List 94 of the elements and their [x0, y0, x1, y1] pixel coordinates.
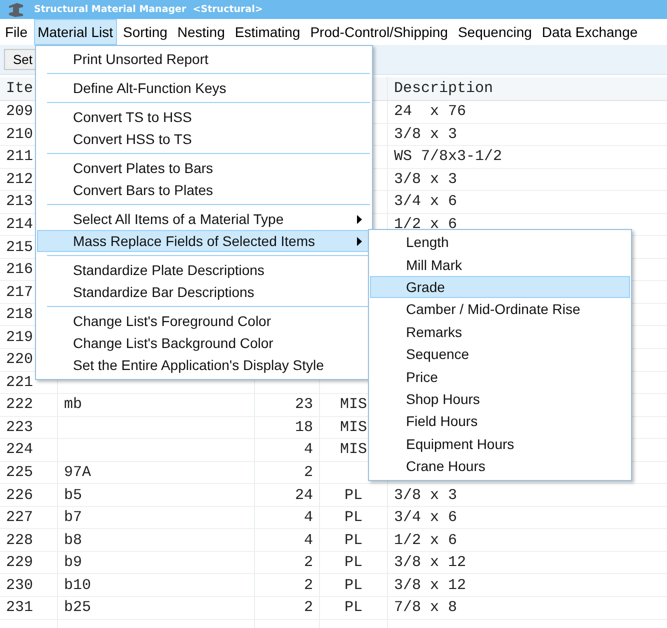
column-header[interactable]: Description	[388, 77, 667, 100]
table-cell: PL	[344, 576, 362, 594]
table-cell: b10	[64, 576, 92, 594]
menu-item[interactable]: Shop Hours	[370, 388, 630, 410]
menu-item[interactable]: Set the Entire Application's Display Style	[37, 354, 371, 376]
table-cell: 210	[6, 126, 34, 143]
table-cell: 231	[6, 599, 34, 616]
table-cell: 223	[6, 418, 34, 436]
table-cell: 4	[304, 532, 313, 549]
table-cell: b8	[64, 532, 82, 549]
table-cell: 4	[304, 509, 313, 526]
menu-item[interactable]: Select All Items of a Material Type	[37, 208, 371, 230]
table-cell: 1/2 x 6	[394, 532, 458, 549]
table-cell: WS 7/8x3-1/2	[394, 148, 502, 166]
menu-bar-item[interactable]: Prod-Control/Shipping	[306, 19, 452, 45]
table-cell: PL	[344, 599, 362, 616]
menu-item[interactable]: Crane Hours	[370, 454, 630, 478]
table-cell: 211	[6, 148, 34, 166]
table-cell: MIS	[340, 441, 367, 458]
table-cell: 228	[6, 532, 34, 549]
menu-item[interactable]: Mill Mark	[370, 253, 630, 276]
table-cell: 3/4 x 6	[394, 193, 458, 210]
table-cell: 216	[6, 261, 34, 278]
menu-bar-item[interactable]: Nesting	[173, 19, 229, 45]
table-cell: 222	[6, 396, 34, 414]
table-cell: 215	[6, 238, 34, 256]
menu-item[interactable]: Camber / Mid-Ordinate Rise	[370, 298, 630, 321]
menu-item[interactable]: Length	[370, 231, 630, 254]
menu-item[interactable]: Convert TS to HSS	[37, 106, 371, 128]
menu-item[interactable]: Mass Replace Fields of Selected Items	[37, 230, 371, 252]
table-cell: 24	[294, 486, 313, 504]
menu-item[interactable]: Change List's Foreground Color	[37, 310, 371, 332]
table-cell: 1/2 x 6	[394, 216, 458, 233]
table-cell: b25	[64, 599, 92, 616]
menu-item[interactable]: Standardize Bar Descriptions	[37, 281, 371, 303]
table-cell: 3/8 x 3	[394, 486, 458, 504]
menu-bar-item[interactable]: Sequencing	[454, 19, 536, 45]
menu-item[interactable]: Standardize Plate Descriptions	[37, 259, 371, 281]
table-cell: 24 x 76	[394, 103, 466, 120]
table-cell: 217	[6, 284, 34, 301]
table-cell: 220	[6, 351, 34, 368]
table-cell: PL	[344, 532, 362, 549]
table-cell: 209	[6, 103, 34, 120]
table-cell: 23	[294, 396, 313, 414]
table-cell: 230	[6, 576, 34, 594]
menu-bar-item[interactable]: Material List	[34, 19, 118, 45]
table-cell: 219	[6, 328, 34, 346]
table-cell: 2	[304, 464, 313, 482]
table-cell: 2	[304, 599, 313, 616]
table-cell: 97A	[64, 464, 92, 482]
table-cell: 218	[6, 306, 34, 324]
table-cell: 3/8 x 3	[394, 170, 458, 188]
table-cell: b7	[64, 509, 82, 526]
menu-item[interactable]: Grade	[370, 276, 630, 298]
table-cell: 221	[6, 374, 34, 391]
table-cell: 213	[6, 193, 34, 210]
table-cell: 4	[304, 441, 313, 458]
table-cell: 3/8 x 3	[394, 126, 458, 143]
menu-bar-item[interactable]: Sorting	[119, 19, 172, 45]
table-cell: 18	[294, 418, 313, 436]
menu-item[interactable]: Field Hours	[370, 410, 630, 433]
table-cell: 227	[6, 509, 34, 526]
menu-item[interactable]: Convert Bars to Plates	[37, 179, 371, 201]
menu-bar-item[interactable]: Data Exchange	[538, 19, 642, 45]
menu-bar-item[interactable]: Estimating	[230, 19, 304, 45]
table-cell: 3/4 x 6	[394, 509, 458, 526]
table-cell: PL	[344, 509, 362, 526]
window-title: Structural Material Manager <Structural>	[34, 4, 263, 15]
table-cell: MIS	[340, 396, 367, 414]
table-cell: MIS	[340, 418, 367, 436]
menu-item[interactable]: Price	[370, 365, 630, 388]
table-cell: 214	[6, 216, 34, 233]
table-cell: 225	[6, 464, 34, 482]
menu-item[interactable]: Equipment Hours	[370, 432, 630, 455]
table-cell: 3/8 x 12	[394, 554, 466, 572]
table-cell: 212	[6, 170, 34, 188]
table-cell: 3/8 x 12	[394, 576, 466, 594]
table-cell: 226	[6, 486, 34, 504]
table-cell: PL	[344, 486, 362, 504]
table-cell: b9	[64, 554, 82, 572]
menu-bar-item[interactable]: File	[1, 19, 32, 45]
table-cell: 224	[6, 441, 34, 458]
table-cell: 7/8 x 8	[394, 599, 458, 616]
table-cell: 229	[6, 554, 34, 572]
table-cell: PL	[344, 554, 362, 572]
table-cell: mb	[64, 396, 82, 414]
menu-item[interactable]: Change List's Background Color	[37, 332, 371, 354]
menu-item[interactable]: Sequence	[370, 342, 630, 366]
table-cell: 2	[304, 576, 313, 594]
menu-item[interactable]: Remarks	[370, 320, 630, 343]
table-cell: 2	[304, 554, 313, 572]
menu-item[interactable]: Convert HSS to TS	[37, 128, 371, 150]
menu-item[interactable]: Convert Plates to Bars	[37, 157, 371, 179]
table-cell: b5	[64, 486, 82, 504]
